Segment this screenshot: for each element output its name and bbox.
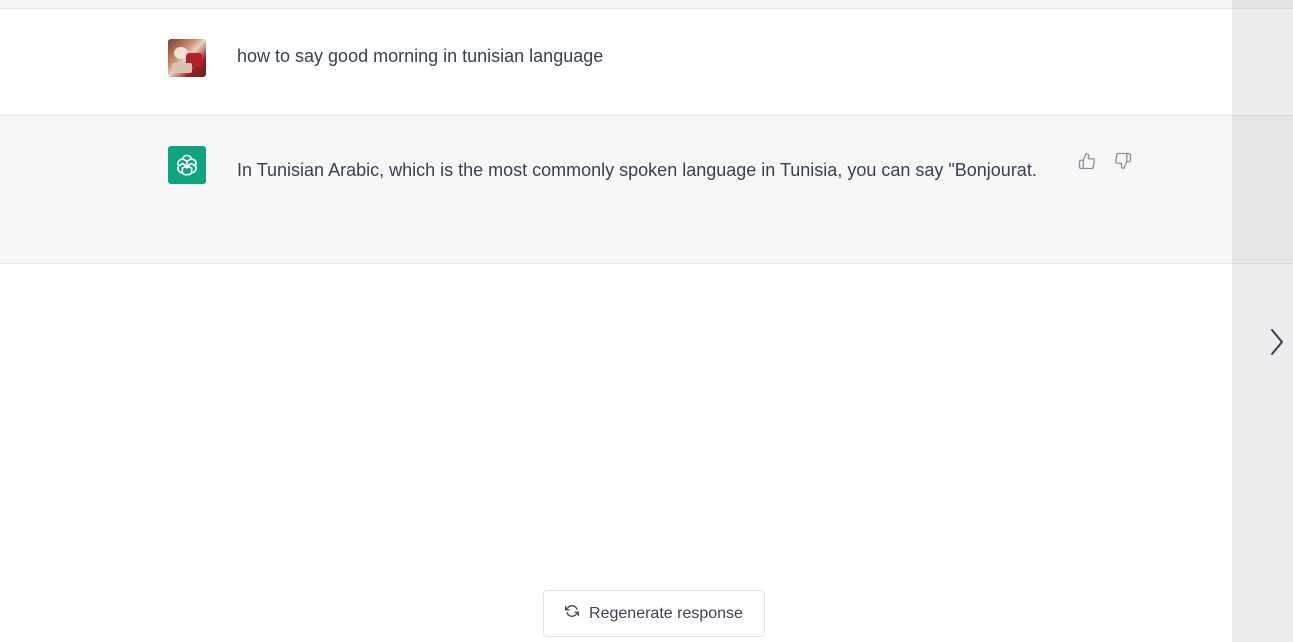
regenerate-response-button[interactable]: Regenerate response: [543, 590, 765, 637]
user-message-text: how to say good morning in tunisian lang…: [237, 46, 604, 66]
regenerate-label: Regenerate response: [589, 604, 743, 622]
assistant-message-row: In Tunisian Arabic, which is the most co…: [0, 116, 1232, 264]
previous-message-edge: [0, 0, 1232, 9]
chat-page: how to say good morning in tunisian lang…: [0, 0, 1293, 642]
chevron-right-icon[interactable]: [1262, 322, 1292, 362]
user-message-row: how to say good morning in tunisian lang…: [0, 9, 1232, 116]
openai-logo-icon: [168, 146, 206, 184]
thumbs-down-icon[interactable]: [1113, 151, 1133, 171]
conversation-area: how to say good morning in tunisian lang…: [0, 0, 1232, 642]
assistant-message-text: In Tunisian Arabic, which is the most co…: [237, 160, 1037, 180]
side-panel: [1232, 0, 1293, 642]
user-avatar: [168, 39, 206, 77]
thumbs-up-icon[interactable]: [1077, 151, 1097, 171]
feedback-buttons: [1077, 151, 1133, 171]
refresh-icon: [564, 604, 580, 623]
